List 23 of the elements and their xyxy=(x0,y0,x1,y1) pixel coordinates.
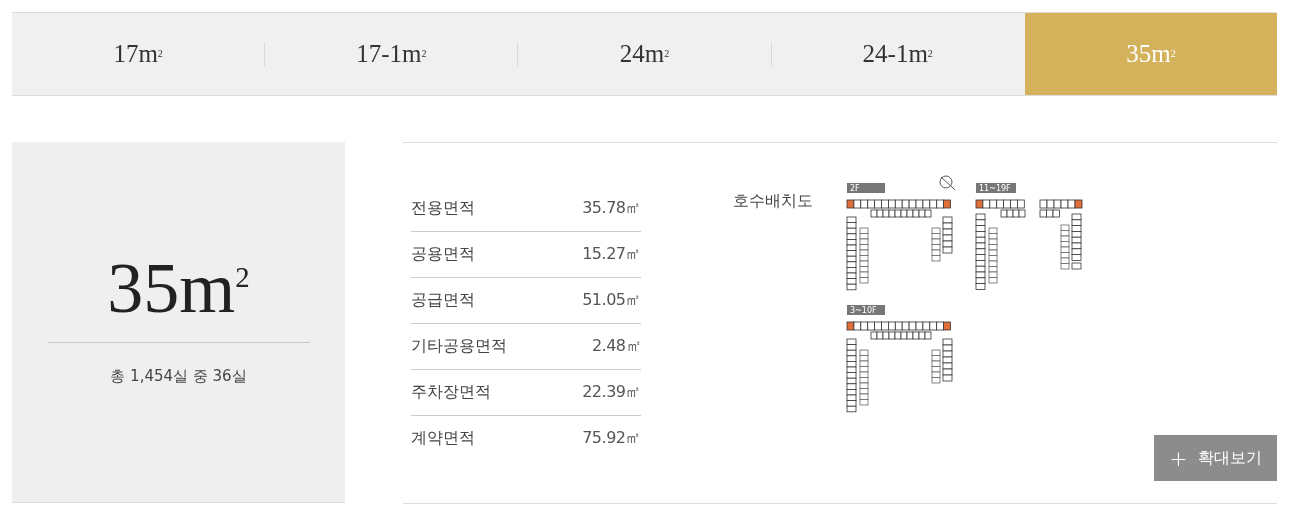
area-value: 51.05㎡ xyxy=(582,290,641,311)
floor-label: 2F xyxy=(847,183,885,193)
size-tab[interactable]: 24m$^{2}$ xyxy=(518,13,771,95)
area-label: 공용면적 xyxy=(411,244,475,265)
compass-icon xyxy=(939,175,956,191)
area-value: 2.48㎡ xyxy=(591,336,641,357)
area-label: 기타공용면적 xyxy=(411,336,507,357)
area-value: 35.78㎡ xyxy=(582,198,641,219)
floor-label: 3~10F xyxy=(847,305,885,315)
floor-label: 11~19F xyxy=(976,183,1016,193)
size-tab[interactable]: 17m$^{2}$ xyxy=(12,13,265,95)
area-label: 공급면적 xyxy=(411,290,475,311)
unit-count: 총 1,454실 중 36실 xyxy=(110,367,247,386)
area-label: 주차장면적 xyxy=(411,382,491,403)
area-label: 계약면적 xyxy=(411,428,475,449)
area-label: 전용면적 xyxy=(411,198,475,219)
area-value: 15.27㎡ xyxy=(582,244,641,265)
size-tab[interactable]: 24-1m$^{2}$ xyxy=(771,13,1024,95)
area-value: 75.92㎡ xyxy=(582,428,641,449)
area-value: 22.39㎡ xyxy=(582,382,641,403)
section-title: 호수배치도 xyxy=(733,191,813,211)
size-tab[interactable]: 17-1m$^{2}$ xyxy=(265,13,518,95)
unit-size: 35m$^{2}$ xyxy=(47,252,310,343)
